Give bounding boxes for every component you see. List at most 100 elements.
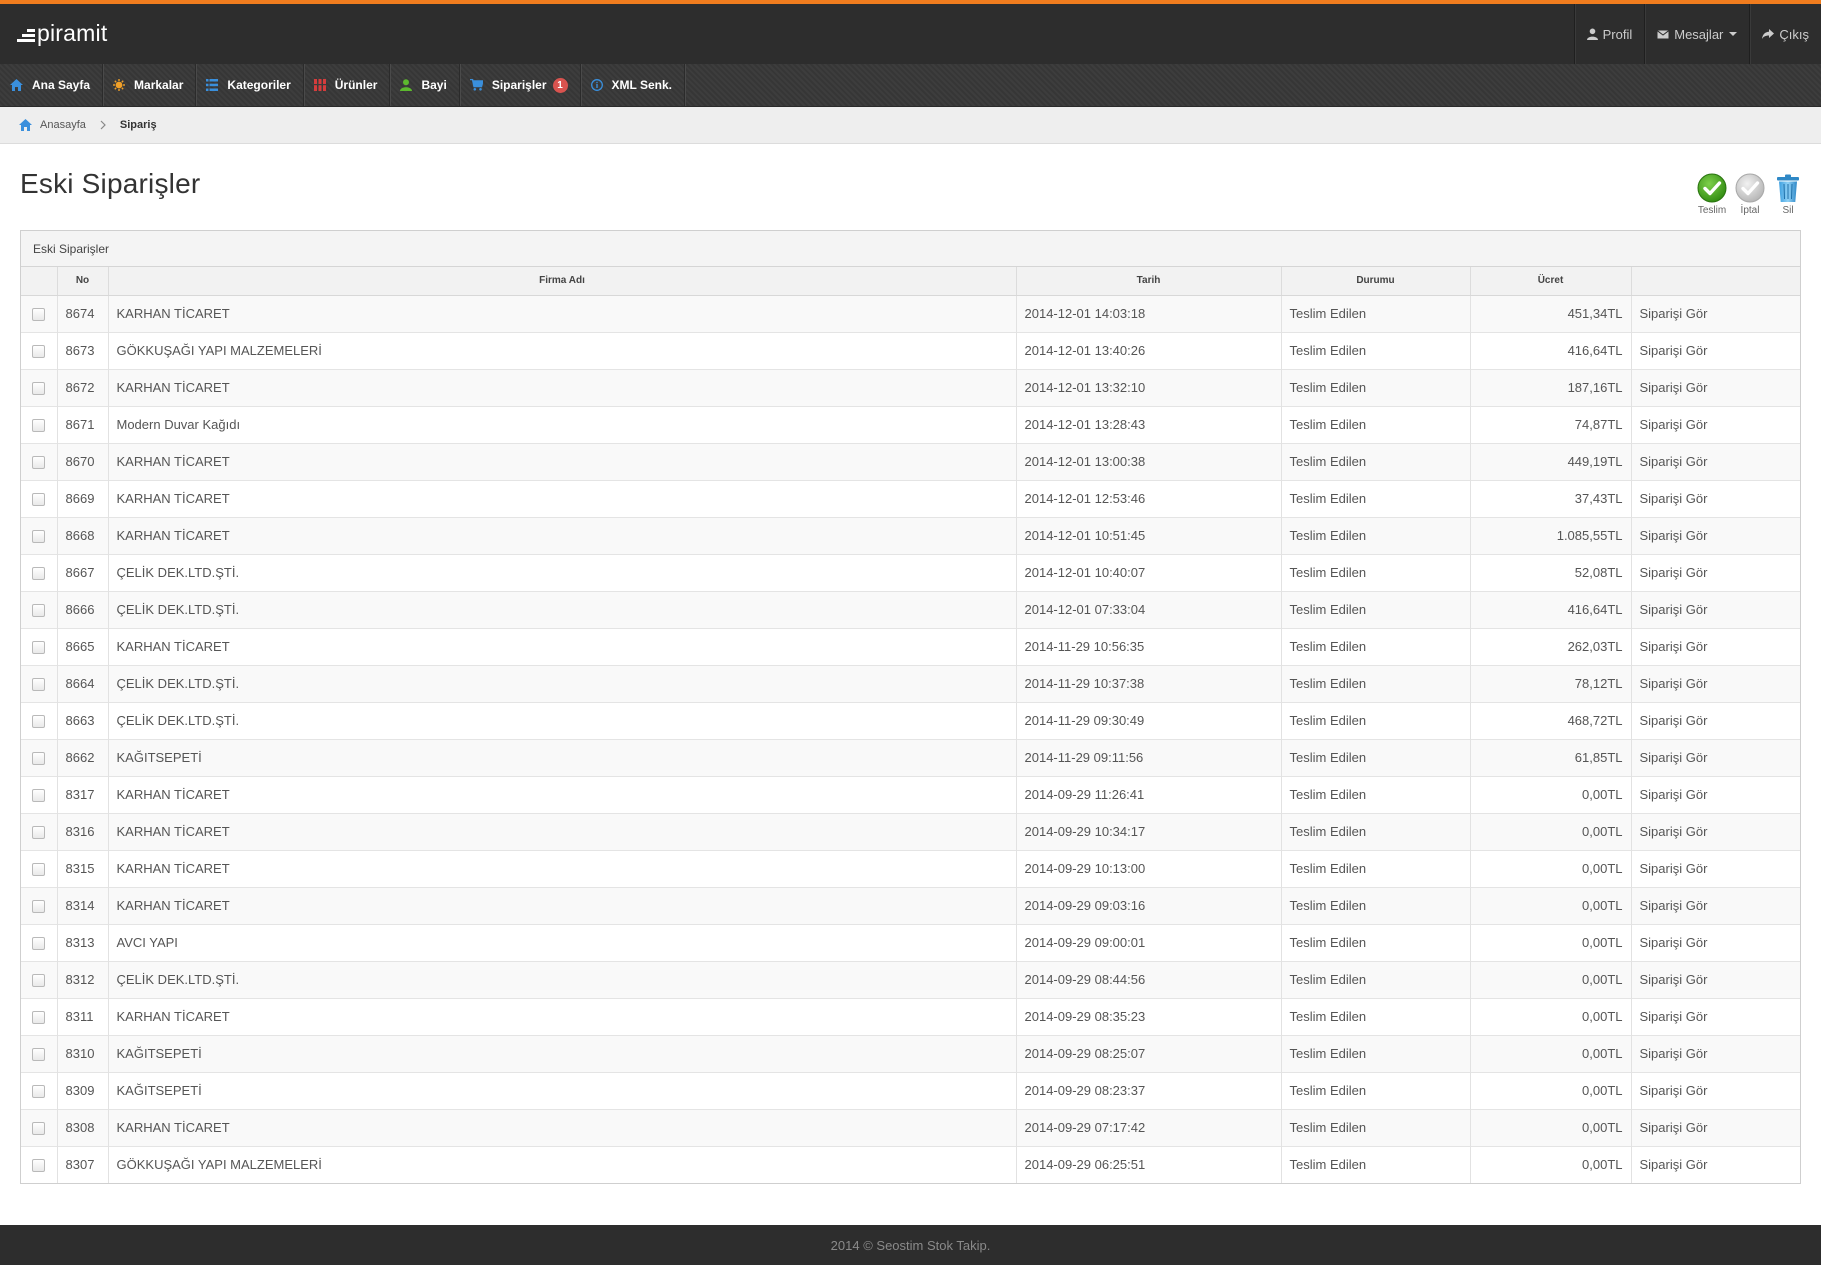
header-no[interactable]: No — [57, 267, 109, 296]
row-checkbox[interactable] — [32, 641, 46, 655]
breadcrumb-home[interactable]: Anasayfa — [19, 119, 86, 131]
main-nav: Ana Sayfa Markalar Kategoriler Ürünler B… — [0, 64, 1821, 107]
view-order-link[interactable]: Siparişi Gör — [1631, 442, 1800, 480]
row-checkbox[interactable] — [32, 863, 46, 877]
header-actions — [1631, 267, 1800, 296]
cancel-button[interactable]: İptal — [1734, 173, 1766, 216]
row-checkbox[interactable] — [32, 530, 46, 544]
view-order-link[interactable]: Siparişi Gör — [1631, 923, 1800, 961]
firm-name: KAĞITSEPETİ — [108, 1034, 1017, 1072]
view-order-link[interactable]: Siparişi Gör — [1631, 516, 1800, 554]
view-order-link[interactable]: Siparişi Gör — [1631, 368, 1800, 406]
view-order-link[interactable]: Siparişi Gör — [1631, 664, 1800, 702]
row-checkbox[interactable] — [32, 1011, 46, 1025]
brand-name: piramit — [37, 19, 108, 46]
profile-link[interactable]: Profil — [1573, 4, 1645, 64]
panel-title: Eski Siparişler — [21, 231, 1800, 267]
view-order-link[interactable]: Siparişi Gör — [1631, 775, 1800, 813]
firm-name: ÇELİK DEK.LTD.ŞTİ. — [108, 664, 1017, 702]
header-firm[interactable]: Firma Adı — [108, 267, 1017, 296]
table-row: 8671 Modern Duvar Kağıdı 2014-12-01 13:28:… — [21, 405, 1800, 443]
view-order-link[interactable]: Siparişi Gör — [1631, 812, 1800, 850]
order-status: Teslim Edilen — [1281, 812, 1471, 850]
row-checkbox[interactable] — [32, 789, 46, 803]
view-order-link[interactable]: Siparişi Gör — [1631, 849, 1800, 887]
delete-button[interactable]: Sil — [1772, 173, 1804, 216]
order-no: 8309 — [57, 1071, 109, 1109]
firm-name: KARHAN TİCARET — [108, 368, 1017, 406]
row-checkbox[interactable] — [32, 752, 46, 766]
view-order-link[interactable]: Siparişi Gör — [1631, 1034, 1800, 1072]
view-order-link[interactable]: Siparişi Gör — [1631, 590, 1800, 628]
view-order-link[interactable]: Siparişi Gör — [1631, 405, 1800, 443]
nav-item-categories[interactable]: Kategoriler — [196, 64, 304, 106]
orders-table: No Firma Adı Tarih Durumu Ücret 8674 KARH… — [21, 267, 1800, 1183]
order-date: 2014-09-29 06:25:51 — [1016, 1145, 1282, 1183]
logout-link[interactable]: Çıkış — [1749, 4, 1821, 64]
order-no: 8674 — [57, 294, 109, 332]
row-checkbox[interactable] — [32, 1122, 46, 1136]
row-checkbox[interactable] — [32, 1159, 46, 1173]
order-date: 2014-12-01 10:51:45 — [1016, 516, 1282, 554]
table-row: 8316 KARHAN TİCARET 2014-09-29 10:34:17 Tes… — [21, 812, 1800, 850]
row-checkbox[interactable] — [32, 974, 46, 988]
nav-item-products[interactable]: Ürünler — [304, 64, 391, 106]
nav-item-brands[interactable]: Markalar — [103, 64, 197, 106]
row-select-cell — [21, 590, 58, 628]
row-checkbox[interactable] — [32, 493, 46, 507]
order-price: 416,64TL — [1470, 590, 1632, 628]
firm-name: KARHAN TİCARET — [108, 886, 1017, 924]
table-row: 8673 GÖKKUŞAĞI YAPI MALZEMELERİ 2014-12-01… — [21, 331, 1800, 369]
order-date: 2014-09-29 10:13:00 — [1016, 849, 1282, 887]
order-price: 262,03TL — [1470, 627, 1632, 665]
row-checkbox[interactable] — [32, 900, 46, 914]
header-price[interactable]: Ücret — [1470, 267, 1632, 296]
order-no: 8666 — [57, 590, 109, 628]
view-order-link[interactable]: Siparişi Gör — [1631, 331, 1800, 369]
view-order-link[interactable]: Siparişi Gör — [1631, 997, 1800, 1035]
nav-item-orders[interactable]: Siparişler 1 — [460, 64, 581, 106]
page-title: Eski Siparişler — [20, 168, 201, 199]
view-order-link[interactable]: Siparişi Gör — [1631, 886, 1800, 924]
row-checkbox[interactable] — [32, 826, 46, 840]
view-order-link[interactable]: Siparişi Gör — [1631, 627, 1800, 665]
view-order-link[interactable]: Siparişi Gör — [1631, 738, 1800, 776]
order-date: 2014-12-01 10:40:07 — [1016, 553, 1282, 591]
nav-label: Bayi — [421, 78, 447, 92]
brand-logo[interactable]: piramit — [17, 18, 107, 48]
view-order-link[interactable]: Siparişi Gör — [1631, 294, 1800, 332]
view-order-link[interactable]: Siparişi Gör — [1631, 701, 1800, 739]
row-checkbox[interactable] — [32, 567, 46, 581]
order-date: 2014-12-01 12:53:46 — [1016, 479, 1282, 517]
deliver-button[interactable]: Teslim — [1696, 173, 1728, 216]
view-order-link[interactable]: Siparişi Gör — [1631, 960, 1800, 998]
row-checkbox[interactable] — [32, 345, 46, 359]
row-checkbox[interactable] — [32, 678, 46, 692]
order-no: 8316 — [57, 812, 109, 850]
nav-item-home[interactable]: Ana Sayfa — [0, 64, 104, 106]
row-checkbox[interactable] — [32, 1048, 46, 1062]
nav-item-dealer[interactable]: Bayi — [390, 64, 460, 106]
row-checkbox[interactable] — [32, 1085, 46, 1099]
view-order-link[interactable]: Siparişi Gör — [1631, 1108, 1800, 1146]
firm-name: KARHAN TİCARET — [108, 294, 1017, 332]
row-checkbox[interactable] — [32, 419, 46, 433]
row-checkbox[interactable] — [32, 604, 46, 618]
row-checkbox[interactable] — [32, 456, 46, 470]
view-order-link[interactable]: Siparişi Gör — [1631, 479, 1800, 517]
row-select-cell — [21, 294, 58, 332]
nav-item-xml-sync[interactable]: XML Senk. — [581, 64, 685, 106]
row-select-cell — [21, 627, 58, 665]
row-checkbox[interactable] — [32, 382, 46, 396]
messages-dropdown[interactable]: Mesajlar — [1644, 4, 1749, 64]
view-order-link[interactable]: Siparişi Gör — [1631, 553, 1800, 591]
header-status[interactable]: Durumu — [1281, 267, 1471, 296]
header-date[interactable]: Tarih — [1016, 267, 1282, 296]
view-order-link[interactable]: Siparişi Gör — [1631, 1145, 1800, 1183]
row-checkbox[interactable] — [32, 937, 46, 951]
view-order-link[interactable]: Siparişi Gör — [1631, 1071, 1800, 1109]
row-checkbox[interactable] — [32, 715, 46, 729]
order-status: Teslim Edilen — [1281, 553, 1471, 591]
order-status: Teslim Edilen — [1281, 923, 1471, 961]
row-checkbox[interactable] — [32, 308, 46, 322]
